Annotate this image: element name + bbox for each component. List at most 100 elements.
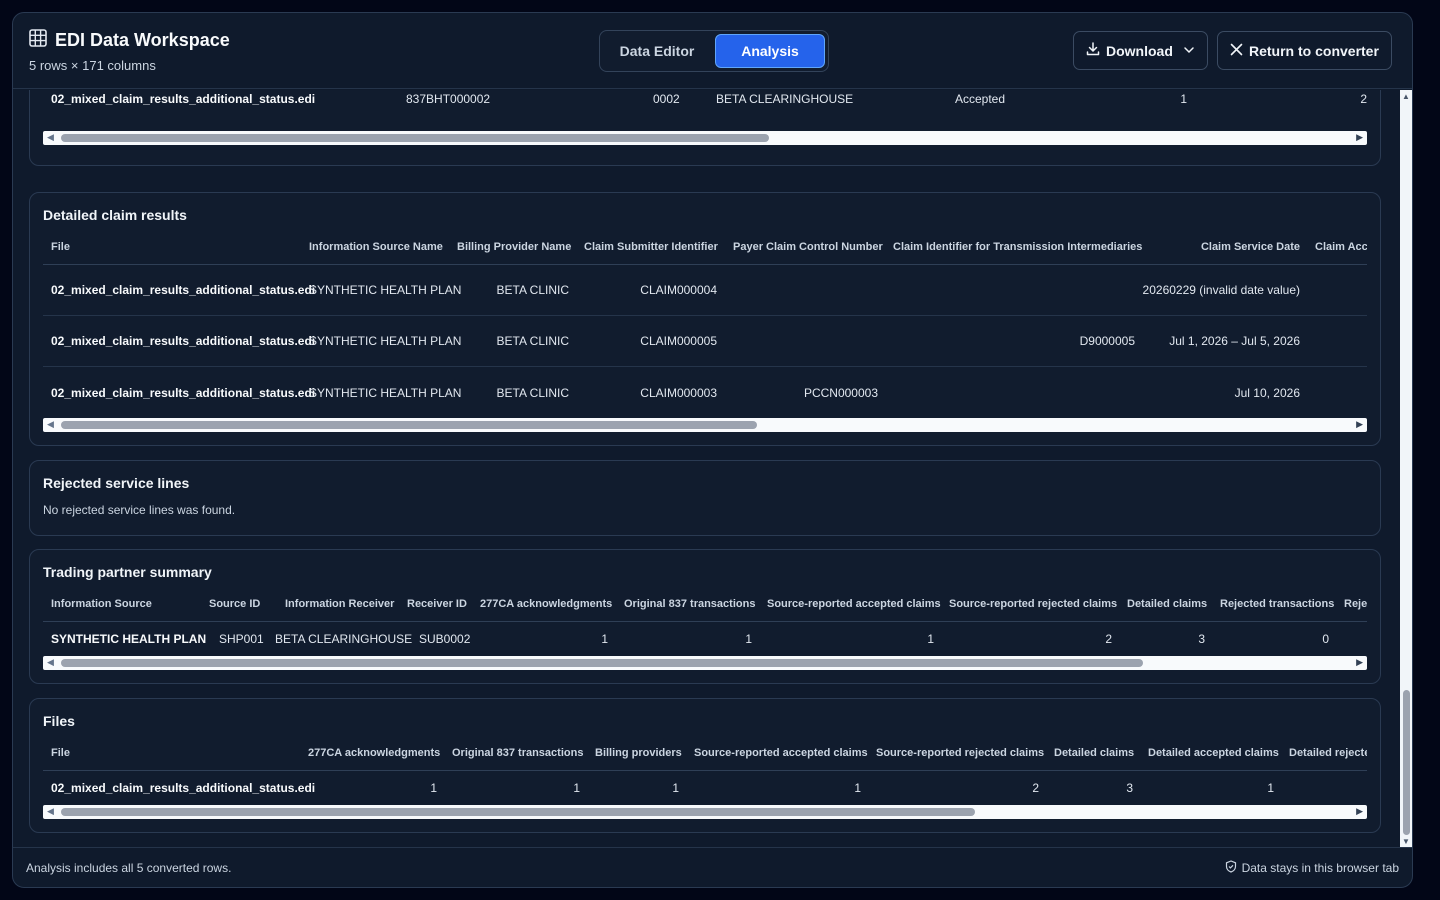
column-header[interactable]: File [51,736,70,770]
table-cell: 1 [1180,92,1187,106]
table-trading-partner: Information Source Source ID Information… [43,587,1367,656]
column-header[interactable]: File [51,230,70,264]
table-cell: 02_mixed_claim_results_additional_status… [51,283,316,297]
table-cell: 02_mixed_claim_results_additional_status… [51,92,316,106]
table-cell: BETA CLINIC [496,334,569,348]
table-cell: PCCN000003 [803,385,878,400]
table-cell: 1 [430,781,437,795]
horizontal-scrollbar[interactable]: ◀ ▶ [43,656,1367,670]
table-cell: SUB0002 [419,632,471,646]
scrollbar-thumb[interactable] [1403,690,1410,835]
close-icon [1230,43,1243,59]
section-title: Trading partner summary [43,564,212,580]
table-row: SYNTHETIC HEALTH PLAN SHP001 BETA CLEARI… [43,622,1367,656]
table-header-row: File 277CA acknowledgments Original 837 … [43,736,1367,771]
scrollbar-thumb[interactable] [61,421,757,429]
download-label: Download [1106,42,1173,59]
column-header[interactable]: 277CA acknowledgments [480,587,612,621]
table-cell: SYNTHETIC HEALTH PLAN [309,334,462,348]
table-header-row: Information Source Source ID Information… [43,587,1367,622]
table-cell: 1 [854,781,861,795]
table-cell: 0002 [653,92,680,106]
empty-message: No rejected service lines was found. [43,503,236,517]
table-cell: 1 [927,632,934,646]
table-cell: D9000005 [1079,334,1135,348]
column-header[interactable]: Information Source Name [309,230,443,264]
table-cell: SYNTHETIC HEALTH PLAN [51,632,207,646]
table-cell: 02_mixed_claim_results_additional_status… [51,781,316,795]
column-header[interactable]: Detailed rejecte [1289,736,1367,770]
card-detailed-claim-results: Detailed claim results File Information … [29,192,1381,446]
column-header[interactable]: Detailed claims [1054,736,1134,770]
column-header[interactable]: Detailed claims [1127,587,1207,621]
table-cell: 02_mixed_claim_results_additional_status… [51,385,316,400]
column-header[interactable]: Source-reported rejected claims [876,736,1044,770]
table-cell: BETA CLEARINGHOUSE [716,92,854,106]
column-header[interactable]: Billing Provider Name [457,230,571,264]
column-header[interactable]: Rejected transactions [1220,587,1334,621]
title-text: EDI Data Workspace [55,30,230,50]
header: EDI Data Workspace 5 rows × 171 columns … [13,13,1412,89]
column-header[interactable]: Payer Claim Control Number [733,230,883,264]
column-header[interactable]: Claim Service Date [1150,230,1300,264]
horizontal-scrollbar[interactable]: ◀ ▶ [43,418,1367,432]
table-cell [893,367,1135,418]
column-header[interactable]: Source-reported accepted claims [767,587,941,621]
table-cell: 1 [601,632,608,646]
table-cell: SYNTHETIC HEALTH PLAN [309,283,462,297]
scrollbar-thumb[interactable] [61,808,975,816]
download-icon [1086,42,1100,59]
table-row: 02_mixed_claim_results_additional_status… [43,90,1367,127]
return-to-converter-button[interactable]: Return to converter [1217,31,1392,70]
card-rejected-service-lines: Rejected service lines No rejected servi… [29,460,1381,536]
scrollbar-thumb[interactable] [61,134,769,142]
analysis-content[interactable]: 02_mixed_claim_results_additional_status… [13,90,1400,848]
table-cell: BETA CLINIC [496,385,569,400]
table-cell: 1 [573,781,580,795]
column-header[interactable]: Information Source [51,587,152,621]
horizontal-scrollbar[interactable]: ◀ ▶ [43,131,1367,145]
card-files: Files File 277CA acknowledgments Origina… [29,698,1381,833]
vertical-scrollbar[interactable]: ▲ ▼ [1400,90,1412,848]
table-grid-icon [29,29,47,52]
table-detailed-claims: File Information Source Name Billing Pro… [43,230,1367,418]
tab-analysis[interactable]: Analysis [715,34,825,68]
column-header[interactable]: Reje [1344,587,1367,621]
column-header[interactable]: 277CA acknowledgments [308,736,440,770]
download-button[interactable]: Download [1073,31,1208,70]
workspace-modal: EDI Data Workspace 5 rows × 171 columns … [12,12,1413,888]
row-column-count: 5 rows × 171 columns [29,58,156,73]
column-header[interactable]: Billing providers [595,736,682,770]
table-cell: Jul 1, 2026 – Jul 5, 2026 [1169,334,1300,348]
table-cell: 2 [1360,92,1367,106]
scrollbar-thumb[interactable] [61,659,1143,667]
table-row: 02_mixed_claim_results_additional_status… [43,265,1367,316]
column-header[interactable]: Claim Submitter Identifier [584,230,718,264]
column-header[interactable]: Information Receiver [285,587,394,621]
column-header[interactable]: Claim Identifier for Transmission Interm… [893,230,1142,264]
section-title: Rejected service lines [43,475,190,491]
table-cell: BETA CLEARINGHOUSE [275,632,413,646]
title-wrap: EDI Data Workspace 5 rows × 171 columns [29,29,230,73]
column-header[interactable]: Source ID [209,587,260,621]
table-cell: 2 [1105,632,1112,646]
column-header[interactable]: Original 837 transactions [624,587,755,621]
horizontal-scrollbar[interactable]: ◀ ▶ [43,805,1367,819]
table-cell: BETA CLINIC [496,283,569,297]
table-cell [733,265,878,315]
table-row: 02_mixed_claim_results_additional_status… [43,316,1367,367]
column-header[interactable]: Detailed accepted claims [1148,736,1279,770]
column-header[interactable]: Source-reported accepted claims [694,736,868,770]
table-cell: CLAIM000004 [640,283,717,297]
tab-data-editor[interactable]: Data Editor [603,34,711,68]
table-cell: 0 [1322,632,1329,646]
table-cell [893,265,1135,315]
section-title: Files [43,713,75,729]
column-header[interactable]: Source-reported rejected claims [949,587,1117,621]
chevron-down-icon [1183,43,1195,59]
column-header[interactable]: Original 837 transactions [452,736,583,770]
column-header[interactable]: Claim Acce [1315,230,1367,264]
table-header-row: File Information Source Name Billing Pro… [43,230,1367,265]
table-cell: 3 [1198,632,1205,646]
column-header[interactable]: Receiver ID [407,587,467,621]
